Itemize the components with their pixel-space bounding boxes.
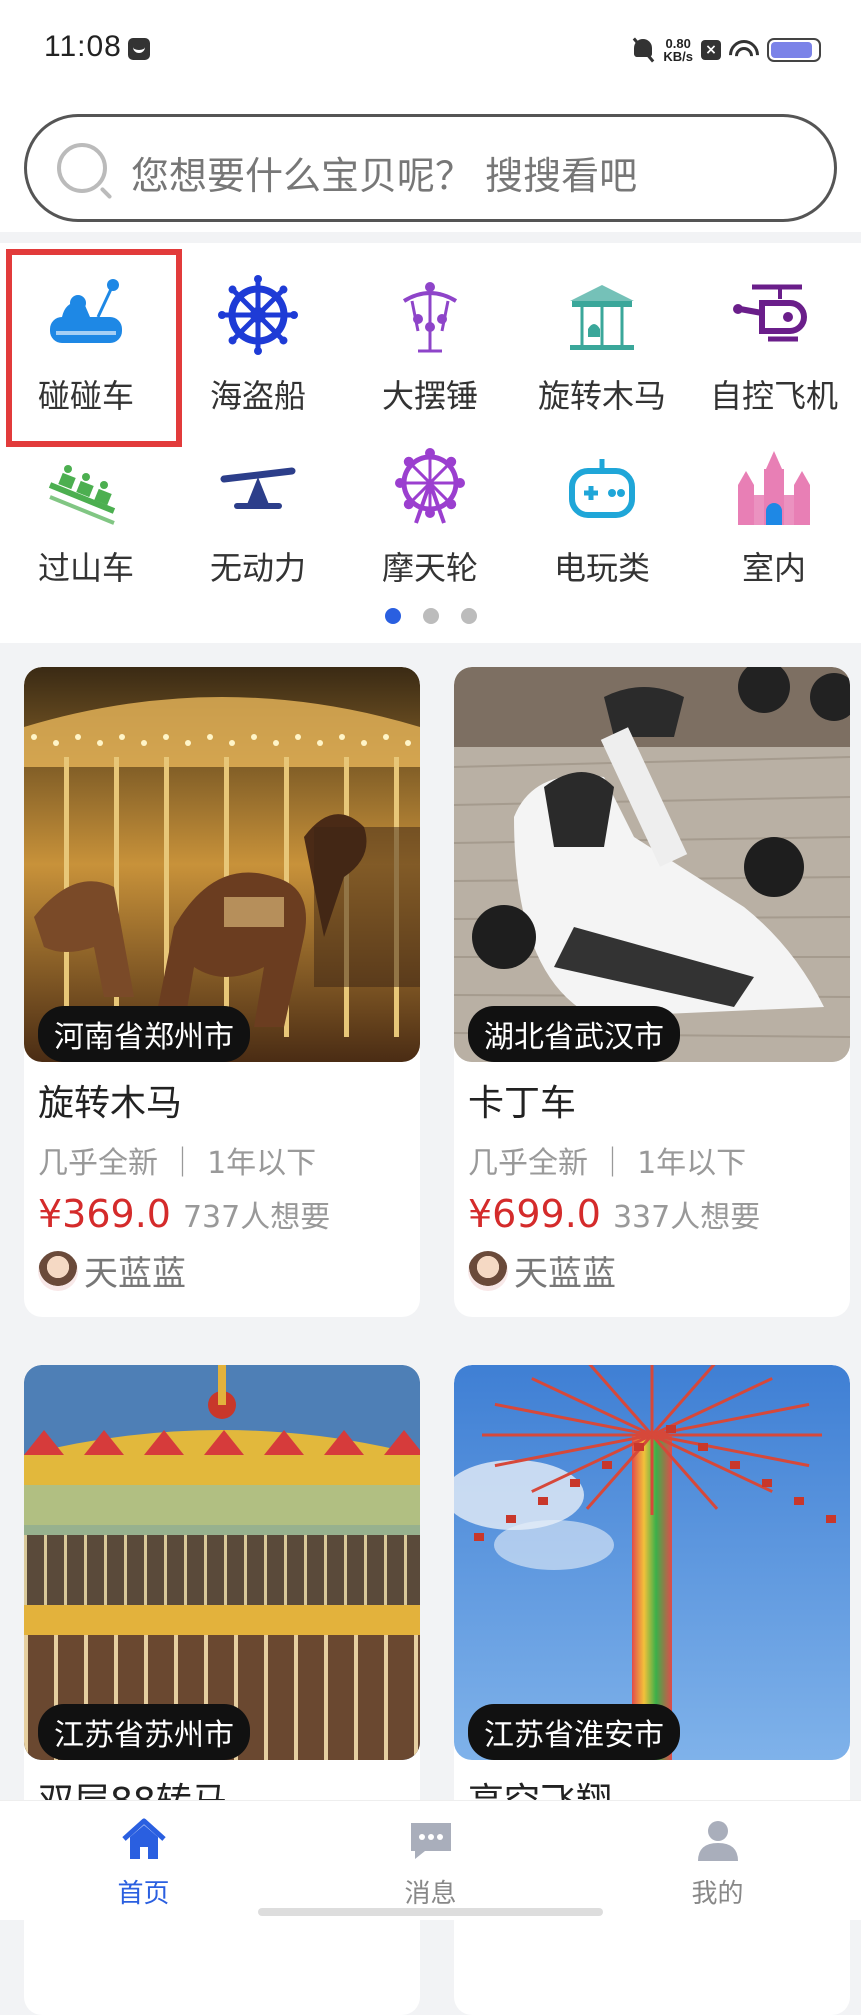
carousel-icon bbox=[560, 273, 644, 357]
product-image: 湖北省武汉市 bbox=[454, 667, 850, 1062]
product-condition: 几乎全新 ｜ 1年以下 bbox=[468, 1146, 747, 1181]
product-title: 卡丁车 bbox=[468, 1083, 577, 1124]
category-label: 大摆锤 bbox=[381, 377, 478, 415]
category-grid: 碰碰车 海盗船 大摆锤 旋转木马 自控飞机过山车 无动力 摩天轮 电玩类 室内 bbox=[0, 243, 861, 587]
category-label: 碰碰车 bbox=[37, 377, 134, 415]
net-speed-unit: KB/s bbox=[663, 49, 693, 64]
category-label: 室内 bbox=[741, 549, 806, 587]
bottom-tab-bar: 首页 消息 我的 bbox=[0, 1800, 861, 1920]
tab-profile[interactable]: 我的 bbox=[574, 1801, 861, 1920]
net-speed: 0.80 KB/s bbox=[663, 37, 693, 63]
category-item[interactable]: 室内 bbox=[688, 415, 860, 587]
category-label: 过山车 bbox=[37, 549, 134, 587]
category-item[interactable]: 碰碰车 bbox=[0, 243, 172, 415]
category-label: 旋转木马 bbox=[537, 377, 666, 415]
category-item[interactable]: 电玩类 bbox=[516, 415, 688, 587]
category-panel: 碰碰车 海盗船 大摆锤 旋转木马 自控飞机过山车 无动力 摩天轮 电玩类 室内 bbox=[0, 243, 861, 643]
home-indicator bbox=[258, 1908, 603, 1916]
seesaw-icon bbox=[216, 445, 300, 529]
category-item[interactable]: 大摆锤 bbox=[344, 243, 516, 415]
product-title: 旋转木马 bbox=[38, 1083, 183, 1124]
want-count: 337人想要 bbox=[612, 1200, 761, 1235]
product-image: 江苏省苏州市 bbox=[24, 1365, 420, 1760]
page-dot bbox=[384, 608, 401, 624]
tab-home[interactable]: 首页 bbox=[0, 1801, 287, 1920]
category-item[interactable]: 无动力 bbox=[172, 415, 344, 587]
page-dot bbox=[460, 608, 477, 624]
page-indicator bbox=[0, 608, 861, 624]
search-icon bbox=[57, 143, 107, 193]
blocked-icon: × bbox=[701, 40, 721, 60]
category-label: 自控飞机 bbox=[709, 377, 838, 415]
product-image: 河南省郑州市 bbox=[24, 667, 420, 1062]
category-item[interactable]: 旋转木马 bbox=[516, 243, 688, 415]
search-placeholder: 您想要什么宝贝呢？ 搜搜看吧 bbox=[131, 154, 638, 198]
tab-label: 首页 bbox=[117, 1879, 170, 1909]
category-label: 无动力 bbox=[209, 549, 306, 587]
category-item[interactable]: 过山车 bbox=[0, 415, 172, 587]
avatar bbox=[38, 1250, 78, 1291]
home-icon bbox=[120, 1817, 168, 1867]
product-card[interactable]: 河南省郑州市 旋转木马 几乎全新 ｜ 1年以下 ¥369.0 737人想要 天蓝蓝 bbox=[24, 667, 420, 1317]
bumper-car-icon bbox=[44, 273, 128, 357]
category-label: 电玩类 bbox=[553, 549, 650, 587]
profile-icon bbox=[694, 1817, 742, 1867]
product-price: ¥369.0 bbox=[38, 1192, 171, 1236]
helicopter-icon bbox=[732, 273, 816, 357]
location-tag: 江苏省苏州市 bbox=[38, 1704, 250, 1760]
category-item[interactable]: 海盗船 bbox=[172, 243, 344, 415]
want-count: 737人想要 bbox=[182, 1200, 331, 1235]
notification-icon bbox=[128, 38, 150, 60]
wifi-icon bbox=[729, 38, 759, 62]
location-tag: 江苏省淮安市 bbox=[468, 1704, 680, 1760]
category-label: 摩天轮 bbox=[381, 549, 478, 587]
search-input[interactable]: 您想要什么宝贝呢？ 搜搜看吧 bbox=[24, 114, 837, 222]
gamepad-icon bbox=[560, 445, 644, 529]
tab-label: 消息 bbox=[404, 1879, 457, 1909]
roller-coaster-icon bbox=[44, 445, 128, 529]
message-icon bbox=[407, 1817, 455, 1867]
seller-name: 天蓝蓝 bbox=[84, 1254, 186, 1294]
product-card[interactable]: 湖北省武汉市 卡丁车 几乎全新 ｜ 1年以下 ¥699.0 337人想要 天蓝蓝 bbox=[454, 667, 850, 1317]
category-item[interactable]: 摩天轮 bbox=[344, 415, 516, 587]
castle-icon bbox=[732, 445, 816, 529]
tab-message[interactable]: 消息 bbox=[287, 1801, 574, 1920]
status-bar: 11:08 0.80 KB/s × bbox=[0, 0, 861, 100]
category-item[interactable]: 自控飞机 bbox=[688, 243, 860, 415]
status-time: 11:08 bbox=[44, 30, 122, 63]
page-dot bbox=[422, 608, 439, 624]
ship-wheel-icon bbox=[216, 273, 300, 357]
seller: 天蓝蓝 bbox=[38, 1246, 420, 1295]
search-section: 您想要什么宝贝呢？ 搜搜看吧 bbox=[0, 100, 861, 232]
product-condition: 几乎全新 ｜ 1年以下 bbox=[38, 1146, 317, 1181]
product-image: 江苏省淮安市 bbox=[454, 1365, 850, 1760]
battery-level bbox=[771, 42, 813, 58]
seller-name: 天蓝蓝 bbox=[514, 1254, 616, 1294]
price-row: ¥369.0 737人想要 bbox=[38, 1192, 420, 1236]
ferris-wheel-icon bbox=[388, 445, 472, 529]
price-row: ¥699.0 337人想要 bbox=[468, 1192, 850, 1236]
product-price: ¥699.0 bbox=[468, 1192, 601, 1236]
mute-icon bbox=[631, 37, 655, 63]
location-tag: 河南省郑州市 bbox=[38, 1006, 250, 1062]
seller: 天蓝蓝 bbox=[468, 1246, 850, 1295]
tab-label: 我的 bbox=[691, 1879, 744, 1909]
status-indicators: 0.80 KB/s × bbox=[631, 32, 821, 68]
avatar bbox=[468, 1250, 508, 1291]
location-tag: 湖北省武汉市 bbox=[468, 1006, 680, 1062]
battery-icon bbox=[767, 38, 821, 62]
category-label: 海盗船 bbox=[209, 377, 306, 415]
pendulum-ride-icon bbox=[388, 273, 472, 357]
